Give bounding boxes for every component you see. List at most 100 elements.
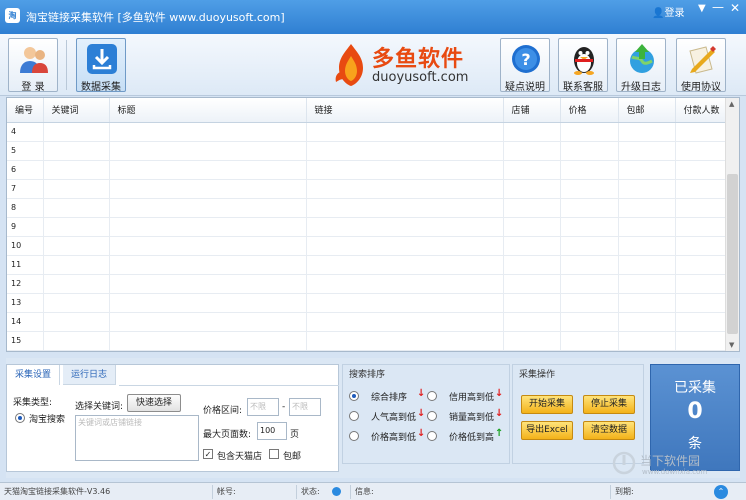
- sort-radio-1[interactable]: [427, 391, 437, 401]
- price-min-input[interactable]: 不限: [247, 398, 279, 416]
- vertical-scrollbar[interactable]: ▲ ▼: [725, 98, 739, 351]
- row-number-cell: 7: [7, 179, 44, 199]
- scroll-down-icon[interactable]: ▼: [729, 341, 734, 349]
- data-collect-button[interactable]: 数据采集: [76, 38, 126, 93]
- table-cell: [503, 141, 561, 161]
- collected-unit: 条: [688, 436, 702, 452]
- login-button[interactable]: 登 录: [8, 38, 58, 93]
- table-row[interactable]: 10: [7, 236, 727, 256]
- table-cell: [675, 122, 727, 142]
- table-row[interactable]: 7: [7, 179, 727, 199]
- table-row[interactable]: 11: [7, 255, 727, 275]
- keyword-input[interactable]: 关键词或店铺链接: [75, 415, 199, 461]
- row-number-cell: 9: [7, 217, 44, 237]
- table-cell: [618, 122, 676, 142]
- row-number-cell: 8: [7, 198, 44, 218]
- tab-collect-settings[interactable]: 采集设置: [7, 365, 61, 385]
- table-cell: [560, 141, 619, 161]
- scroll-top-icon[interactable]: ⌃: [714, 485, 728, 499]
- table-cell: [306, 198, 504, 218]
- table-cell: [43, 236, 110, 256]
- free-shipping-checkbox[interactable]: [269, 449, 279, 459]
- operation-panel: 采集操作 开始采集 停止采集 导出Excel 清空数据: [512, 364, 644, 464]
- table-cell: [43, 141, 110, 161]
- sort-radio-5[interactable]: [427, 431, 437, 441]
- table-row[interactable]: 6: [7, 160, 727, 180]
- table-cell: [675, 331, 727, 351]
- column-header[interactable]: 标题: [109, 98, 307, 123]
- status-indicator-icon: [332, 487, 341, 496]
- table-cell: [503, 217, 561, 237]
- row-number-cell: 14: [7, 312, 44, 332]
- quick-select-button[interactable]: 快速选择: [127, 394, 181, 412]
- sort-radio-3[interactable]: [427, 411, 437, 421]
- menu-dropdown-icon[interactable]: ▼: [698, 3, 706, 14]
- start-collect-button[interactable]: 开始采集: [521, 395, 573, 414]
- table-cell: [618, 141, 676, 161]
- sort-radio-2[interactable]: [349, 411, 359, 421]
- faq-button[interactable]: ? 疑点说明: [500, 38, 550, 93]
- table-row[interactable]: 13: [7, 293, 727, 313]
- column-header[interactable]: 编号: [7, 98, 44, 123]
- sort-option-label: 销量高到低: [449, 413, 495, 423]
- price-max-input[interactable]: 不限: [289, 398, 321, 416]
- title-bar[interactable]: 淘 淘宝链接采集软件 [多鱼软件 www.duoyusoft.com] 👤登录 …: [0, 0, 746, 34]
- column-header[interactable]: 包邮: [618, 98, 676, 123]
- table-cell: [109, 293, 307, 313]
- column-header[interactable]: 店铺: [503, 98, 561, 123]
- table-row[interactable]: 4: [7, 122, 727, 142]
- free-shipping-label: 包邮: [283, 452, 302, 462]
- table-row[interactable]: 5: [7, 141, 727, 161]
- upgrade-log-button[interactable]: 升级日志: [616, 38, 666, 93]
- table-cell: [560, 217, 619, 237]
- stop-collect-button[interactable]: 停止采集: [583, 395, 635, 414]
- table-row[interactable]: 9: [7, 217, 727, 237]
- table-row[interactable]: 8: [7, 198, 727, 218]
- watermark-text: 当下软件园: [640, 454, 701, 468]
- table-cell: [675, 198, 727, 218]
- row-number-cell: 12: [7, 274, 44, 294]
- tab-run-log[interactable]: 运行日志: [63, 365, 117, 385]
- clear-data-button[interactable]: 清空数据: [583, 421, 635, 440]
- include-tmall-checkbox[interactable]: ✓: [203, 449, 213, 459]
- arrow-down-icon: ↓: [417, 388, 426, 399]
- scroll-thumb[interactable]: [727, 174, 738, 334]
- results-table[interactable]: 编号 关键词 标题 链接 店铺 价格 包邮 付款人数 4 5 6 7 8 9 10 11 12 1…: [6, 97, 740, 352]
- titlebar-login-link[interactable]: 👤登录: [652, 4, 684, 19]
- column-header[interactable]: 付款人数: [675, 98, 727, 123]
- globe-arrow-icon: [630, 44, 654, 73]
- sort-option-label: 价格低到高: [449, 433, 495, 443]
- table-cell: [109, 331, 307, 351]
- radio-taobao-search[interactable]: [15, 413, 25, 423]
- minimize-icon[interactable]: —: [712, 0, 724, 14]
- price-range-label: 价格区间:: [203, 406, 243, 416]
- support-button[interactable]: 联系客服: [558, 38, 608, 93]
- app-icon: 淘: [5, 8, 20, 23]
- table-cell: [675, 179, 727, 199]
- scroll-up-icon[interactable]: ▲: [729, 100, 734, 108]
- table-cell: [43, 312, 110, 332]
- arrow-down-icon: ↓: [495, 388, 504, 399]
- table-row[interactable]: 14: [7, 312, 727, 332]
- status-account-label: 帐号:: [212, 485, 236, 499]
- table-cell: [109, 255, 307, 275]
- close-icon[interactable]: ✕: [730, 1, 740, 15]
- table-cell: [618, 331, 676, 351]
- column-header[interactable]: 链接: [306, 98, 504, 123]
- faq-button-label: 疑点说明: [505, 82, 545, 93]
- table-row[interactable]: 15: [7, 331, 727, 351]
- column-header[interactable]: 价格: [560, 98, 619, 123]
- max-pages-input[interactable]: 100: [257, 422, 287, 440]
- status-app-version: 天猫淘宝链接采集软件-V3.46: [4, 487, 111, 496]
- table-cell: [306, 141, 504, 161]
- table-row[interactable]: 12: [7, 274, 727, 294]
- column-header[interactable]: 关键词: [43, 98, 110, 123]
- table-cell: [109, 274, 307, 294]
- sort-radio-0[interactable]: [349, 391, 359, 401]
- table-cell: [503, 274, 561, 294]
- agreement-button[interactable]: 使用协议: [676, 38, 726, 93]
- export-excel-button[interactable]: 导出Excel: [521, 421, 573, 440]
- sort-radio-4[interactable]: [349, 431, 359, 441]
- table-cell: [503, 160, 561, 180]
- tab-strip-line: [119, 385, 339, 386]
